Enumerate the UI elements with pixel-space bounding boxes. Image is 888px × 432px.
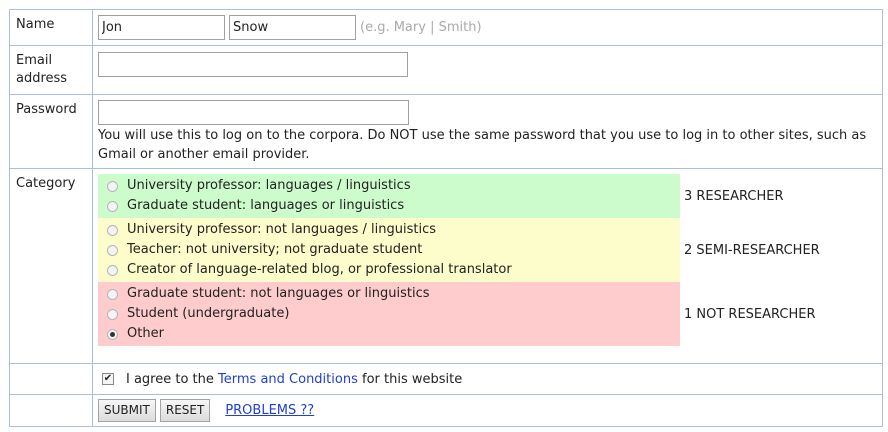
password-note: You will use this to log on to the corpo… <box>98 128 867 162</box>
category-option[interactable]: Teacher: not university; not graduate st… <box>107 240 680 260</box>
email-field-cell <box>92 45 883 95</box>
agree-field-cell: ✔ I agree to the Terms and Conditions fo… <box>92 363 883 395</box>
email-row: Email address <box>9 45 883 95</box>
category-option-label: Graduate student: not languages or lingu… <box>127 286 430 301</box>
category-option[interactable]: Graduate student: not languages or lingu… <box>107 284 680 304</box>
name-field-cell: (e.g. Mary | Smith) <box>92 9 883 46</box>
category-option[interactable]: Graduate student: languages or linguisti… <box>107 196 680 216</box>
category-option-label: Creator of language-related blog, or pro… <box>127 262 512 277</box>
band-semi-researcher: University professor: not languages / li… <box>98 218 868 282</box>
category-option-label: Graduate student: languages or linguisti… <box>127 198 405 213</box>
button-bar: SUBMIT RESET PROBLEMS ?? <box>98 395 882 425</box>
submit-button[interactable]: SUBMIT <box>98 398 156 422</box>
radio-icon[interactable] <box>107 224 118 236</box>
band-options: Graduate student: not languages or lingu… <box>98 282 680 346</box>
radio-icon[interactable] <box>107 328 118 340</box>
category-option-label: University professor: not languages / li… <box>127 222 437 237</box>
problems-link[interactable]: PROBLEMS ?? <box>225 403 314 418</box>
radio-icon[interactable] <box>107 200 118 212</box>
band-level: 3 RESEARCHER <box>684 188 784 204</box>
radio-icon[interactable] <box>107 244 118 256</box>
agree-row: ✔ I agree to the Terms and Conditions fo… <box>9 363 883 395</box>
terms-link[interactable]: Terms and Conditions <box>218 372 358 387</box>
category-option[interactable]: Student (undergraduate) <box>107 304 680 324</box>
category-option[interactable]: University professor: not languages / li… <box>107 220 680 240</box>
radio-icon[interactable] <box>107 308 118 320</box>
name-row: Name (e.g. Mary | Smith) <box>9 9 883 46</box>
band-options: University professor: not languages / li… <box>98 218 680 282</box>
radio-icon[interactable] <box>107 288 118 300</box>
agree-suffix: for this website <box>362 371 463 387</box>
category-bands: University professor: languages / lingui… <box>98 174 868 346</box>
last-name-input[interactable] <box>229 14 356 40</box>
password-input[interactable] <box>98 100 409 125</box>
password-row: Password You will use this to log on to … <box>9 94 883 169</box>
name-inputs: (e.g. Mary | Smith) <box>98 10 882 44</box>
password-field-cell: You will use this to log on to the corpo… <box>92 94 883 169</box>
category-option-label: Teacher: not university; not graduate st… <box>127 242 423 257</box>
name-label: Name <box>9 9 93 46</box>
band-level: 1 NOT RESEARCHER <box>684 306 816 322</box>
submit-empty-cell <box>9 394 93 427</box>
category-option[interactable]: Creator of language-related blog, or pro… <box>107 260 680 280</box>
reset-button[interactable]: RESET <box>159 398 211 422</box>
category-field-cell: University professor: languages / lingui… <box>92 168 883 364</box>
first-name-input[interactable] <box>98 14 225 40</box>
category-option-label: Other <box>127 326 164 341</box>
category-row: Category University professor: languages… <box>9 168 883 364</box>
agree-checkbox[interactable]: ✔ <box>102 373 114 385</box>
submit-field-cell: SUBMIT RESET PROBLEMS ?? <box>92 394 883 427</box>
email-label: Email address <box>9 45 93 95</box>
submit-row: SUBMIT RESET PROBLEMS ?? <box>9 394 883 427</box>
name-hint: (e.g. Mary | Smith) <box>360 19 482 35</box>
category-label: Category <box>9 168 93 364</box>
agree-empty-cell <box>9 363 93 395</box>
registration-form: Name (e.g. Mary | Smith) Email address P… <box>9 9 883 427</box>
band-level: 2 SEMI-RESEARCHER <box>684 242 820 258</box>
category-option-label: Student (undergraduate) <box>127 306 290 321</box>
band-researcher: University professor: languages / lingui… <box>98 174 868 218</box>
email-input[interactable] <box>98 52 408 77</box>
password-label: Password <box>9 94 93 169</box>
category-option[interactable]: University professor: languages / lingui… <box>107 176 680 196</box>
band-options: University professor: languages / lingui… <box>98 174 680 218</box>
category-option[interactable]: Other <box>107 324 680 344</box>
radio-icon[interactable] <box>107 264 118 276</box>
agree-line: ✔ I agree to the Terms and Conditions fo… <box>98 364 882 394</box>
category-option-label: University professor: languages / lingui… <box>127 178 411 193</box>
band-not-researcher: Graduate student: not languages or lingu… <box>98 282 868 346</box>
radio-icon[interactable] <box>107 180 118 192</box>
agree-prefix: I agree to the <box>126 371 214 387</box>
